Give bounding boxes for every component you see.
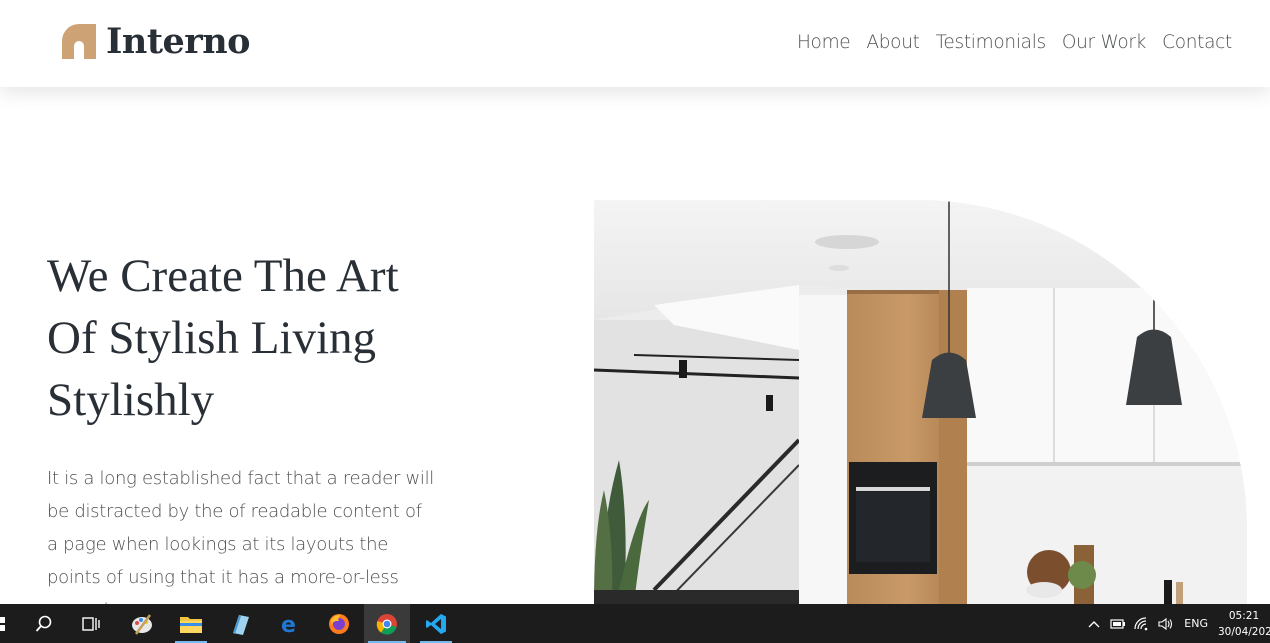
hero-text-line: be distracted by the of readable content…: [47, 501, 422, 522]
firefox-logo-icon: [329, 613, 349, 634]
hero-description: It is a long established fact that a rea…: [47, 462, 467, 627]
task-view-icon[interactable]: [73, 604, 109, 643]
nav-testimonials[interactable]: Testimonials: [936, 30, 1047, 56]
wifi-icon[interactable]: [1130, 604, 1154, 643]
start-icon[interactable]: [0, 604, 6, 643]
svg-text:e: e: [281, 613, 296, 635]
hero-title-line: Stylishly: [47, 374, 215, 426]
task-view-glyph-icon: [82, 616, 100, 631]
vscode-logo-icon: [426, 613, 446, 634]
language-indicator[interactable]: ENG: [1184, 617, 1208, 630]
palette-icon: [132, 613, 152, 635]
logo-arch-icon: [62, 24, 96, 59]
windows-logo-icon: [0, 616, 5, 631]
kitchen-interior-photo: [594, 200, 1247, 604]
windows-taskbar: e ENG 05:21 30/04/2023: [0, 604, 1270, 643]
battery-icon[interactable]: [1106, 604, 1130, 643]
magnifier-icon: [35, 615, 52, 632]
vscode-icon[interactable]: [416, 604, 456, 643]
clock[interactable]: 05:21 30/04/2023: [1218, 608, 1270, 640]
hero-title: We Create The Art Of Stylish Living Styl…: [47, 245, 527, 431]
chrome-logo-icon: [376, 613, 397, 635]
firefox-icon[interactable]: [319, 604, 359, 643]
nav-about[interactable]: About: [866, 30, 920, 56]
nav-our-work[interactable]: Our Work: [1062, 30, 1147, 56]
logo-text: Interno: [106, 21, 251, 62]
edge-e-icon: e: [281, 613, 296, 635]
nav-contact[interactable]: Contact: [1162, 30, 1232, 56]
edge-icon[interactable]: e: [270, 604, 310, 643]
hero-text-line: It is a long established fact that a rea…: [47, 468, 434, 489]
hero-text-line: a page when lookings at its layouts the: [47, 534, 388, 555]
hero-image: [594, 200, 1247, 604]
hero-title-line: Of Stylish Living: [47, 312, 377, 364]
site-header: Interno Home About Testimonials Our Work…: [0, 0, 1270, 87]
clock-date: 30/04/2023: [1218, 625, 1270, 638]
logo[interactable]: Interno: [62, 21, 251, 62]
volume-icon[interactable]: [1154, 604, 1178, 643]
chevron-up-icon[interactable]: [1082, 604, 1106, 643]
clock-time: 05:21: [1228, 609, 1260, 622]
nav-home[interactable]: Home: [797, 30, 851, 56]
notebook-icon: [233, 614, 249, 635]
notepad-icon[interactable]: [220, 604, 260, 643]
main-nav: Home About Testimonials Our Work Contact: [797, 30, 1232, 56]
chrome-icon[interactable]: [364, 604, 410, 643]
paint-icon[interactable]: [122, 604, 162, 643]
system-tray: ENG 05:21 30/04/2023: [1082, 604, 1270, 643]
hero-title-line: We Create The Art: [47, 250, 399, 302]
search-icon[interactable]: [26, 604, 62, 643]
file-explorer-icon[interactable]: [171, 604, 211, 643]
folder-icon: [180, 616, 202, 633]
hero-text-line: points of using that it has a more-or-le…: [47, 567, 399, 588]
